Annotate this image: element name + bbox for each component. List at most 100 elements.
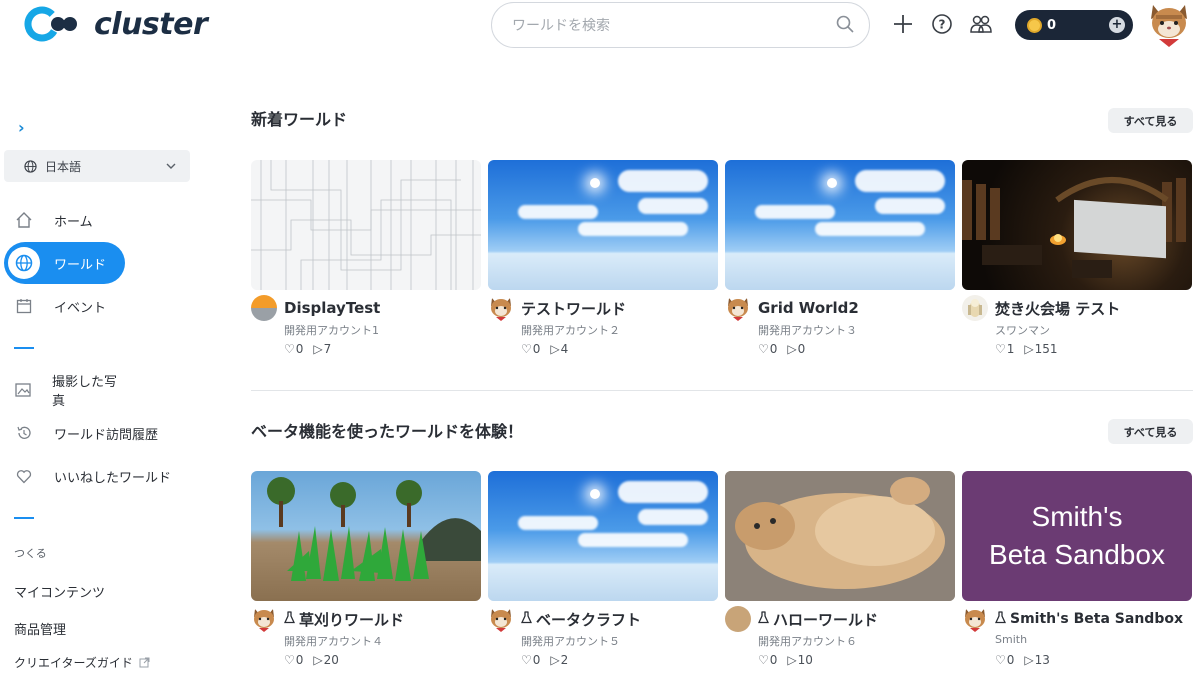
sidebar-link-product-management[interactable]: 商品管理 — [14, 619, 66, 638]
owner-avatar — [962, 606, 988, 632]
world-card[interactable]: テストワールド 開発用アカウント２ ♡ 0 ▷ 4 — [488, 160, 718, 356]
like-count: 0 — [295, 342, 304, 356]
see-all-button[interactable]: すべて見る — [1108, 419, 1193, 444]
heart-icon: ♡ — [758, 342, 769, 356]
sidebar-link-label: 商品管理 — [14, 623, 67, 638]
globe-icon — [24, 159, 37, 173]
sidebar-item-event[interactable]: イベント — [4, 285, 125, 327]
plus-icon[interactable] — [891, 12, 915, 36]
heart-icon — [8, 460, 40, 492]
sidebar-item-liked[interactable]: いいねしたワールド — [4, 455, 189, 497]
world-owner: Smith — [995, 633, 1028, 646]
home-icon — [8, 204, 40, 236]
world-thumbnail[interactable] — [251, 160, 481, 290]
play-icon: ▷ — [1024, 653, 1034, 667]
language-label: 日本語 — [45, 159, 82, 174]
world-thumbnail[interactable] — [488, 471, 718, 601]
thumbnail-text-line2: Beta Sandbox — [989, 539, 1165, 570]
user-avatar[interactable] — [1147, 1, 1191, 49]
world-title: Grid World2 — [758, 299, 859, 317]
world-owner: 開発用アカウント４ — [284, 635, 383, 648]
play-icon: ▷ — [1024, 342, 1034, 356]
calendar-icon — [8, 290, 40, 322]
world-stats: ♡ 0 ▷ 20 — [284, 653, 481, 667]
world-stats: ♡ 0 ▷ 7 — [284, 342, 481, 356]
world-thumbnail[interactable] — [725, 160, 955, 290]
world-owner: 開発用アカウント５ — [521, 635, 620, 648]
photo-icon — [8, 374, 38, 406]
globe-icon — [8, 247, 40, 279]
world-stats: ♡ 1 ▷ 151 — [995, 342, 1192, 356]
world-title: 焚き火会場 テスト — [995, 299, 1121, 318]
sidebar-item-photos[interactable]: 撮影した写真 — [4, 369, 125, 411]
world-owner: 開発用アカウント６ — [758, 635, 857, 648]
world-card[interactable]: ベータクラフト 開発用アカウント５ ♡ 0 ▷ 2 — [488, 471, 718, 667]
logo-text: cluster — [94, 6, 208, 42]
play-count: 20 — [323, 653, 339, 667]
like-count: 1 — [1006, 342, 1015, 356]
section-title-beta-worlds: ベータ機能を使ったワールドを体験！ — [251, 422, 524, 441]
search-input[interactable] — [512, 15, 812, 37]
sidebar-divider — [14, 347, 34, 349]
beta-flask-icon — [520, 610, 533, 628]
owner-avatar — [725, 295, 751, 321]
world-card[interactable]: Smith's Beta Sandbox Smith's Beta Sandbo… — [962, 471, 1192, 667]
sidebar-item-label: イベント — [54, 300, 107, 316]
world-thumbnail[interactable] — [251, 471, 481, 601]
world-thumbnail[interactable] — [962, 160, 1192, 290]
sidebar-item-home[interactable]: ホーム — [4, 199, 125, 241]
play-count: 13 — [1034, 653, 1050, 667]
like-count: 0 — [1006, 653, 1015, 667]
world-thumbnail[interactable]: Smith's Beta Sandbox — [962, 471, 1192, 601]
world-title: Smith's Beta Sandbox — [1010, 611, 1183, 627]
add-coin-icon[interactable]: + — [1109, 17, 1125, 33]
sidebar-link-label: マイコンテンツ — [14, 586, 106, 601]
world-card[interactable]: Grid World2 開発用アカウント３ ♡ 0 ▷ 0 — [725, 160, 955, 356]
world-owner: 開発用アカウント３ — [758, 324, 857, 337]
sidebar-expand-icon[interactable]: › — [18, 118, 25, 137]
sidebar-item-label: 撮影した写真 — [51, 375, 117, 409]
world-thumbnail[interactable] — [725, 471, 955, 601]
like-count: 0 — [769, 342, 778, 356]
external-link-icon — [139, 657, 150, 668]
play-icon: ▷ — [550, 342, 560, 356]
world-owner: スワンマン — [995, 324, 1050, 337]
world-card[interactable]: DisplayTest 開発用アカウント1 ♡ 0 ▷ 7 — [251, 160, 481, 356]
world-title: 草刈りワールド — [299, 610, 405, 629]
like-count: 0 — [532, 653, 541, 667]
world-stats: ♡ 0 ▷ 13 — [995, 653, 1192, 667]
sidebar-item-label: ワールド — [54, 257, 107, 273]
heart-icon: ♡ — [521, 653, 532, 667]
see-all-button[interactable]: すべて見る — [1108, 108, 1193, 133]
search-icon[interactable] — [835, 14, 855, 38]
play-count: 10 — [797, 653, 813, 667]
world-thumbnail[interactable] — [488, 160, 718, 290]
friends-icon[interactable] — [969, 12, 993, 36]
like-count: 0 — [769, 653, 778, 667]
sidebar-link-label: クリエイターズガイド — [14, 656, 133, 670]
play-count: 0 — [797, 342, 806, 356]
help-icon[interactable]: ? — [930, 12, 954, 36]
world-stats: ♡ 0 ▷ 4 — [521, 342, 718, 356]
play-icon: ▷ — [787, 653, 797, 667]
play-icon: ▷ — [313, 653, 323, 667]
heart-icon: ♡ — [284, 653, 295, 667]
svg-text:?: ? — [939, 18, 946, 32]
sidebar-item-world[interactable]: ワールド — [4, 242, 125, 284]
play-icon: ▷ — [313, 342, 323, 356]
sidebar-link-my-contents[interactable]: マイコンテンツ — [14, 582, 105, 601]
world-stats: ♡ 0 ▷ 2 — [521, 653, 718, 667]
heart-icon: ♡ — [995, 653, 1006, 667]
search-box[interactable] — [491, 2, 870, 48]
sidebar-item-history[interactable]: ワールド訪問履歴 — [4, 412, 174, 454]
world-card[interactable]: 草刈りワールド 開発用アカウント４ ♡ 0 ▷ 20 — [251, 471, 481, 667]
heart-icon: ♡ — [758, 653, 769, 667]
sidebar-link-creators-guide[interactable]: クリエイターズガイド — [14, 654, 150, 671]
cluster-logo[interactable]: cluster — [24, 6, 208, 42]
language-select[interactable]: 日本語 — [4, 150, 190, 182]
play-count: 4 — [560, 342, 569, 356]
world-stats: ♡ 0 ▷ 10 — [758, 653, 955, 667]
world-card[interactable]: 焚き火会場 テスト スワンマン ♡ 1 ▷ 151 — [962, 160, 1192, 356]
coin-balance[interactable]: 0 + — [1015, 10, 1133, 40]
world-card[interactable]: ハローワールド 開発用アカウント６ ♡ 0 ▷ 10 — [725, 471, 955, 667]
